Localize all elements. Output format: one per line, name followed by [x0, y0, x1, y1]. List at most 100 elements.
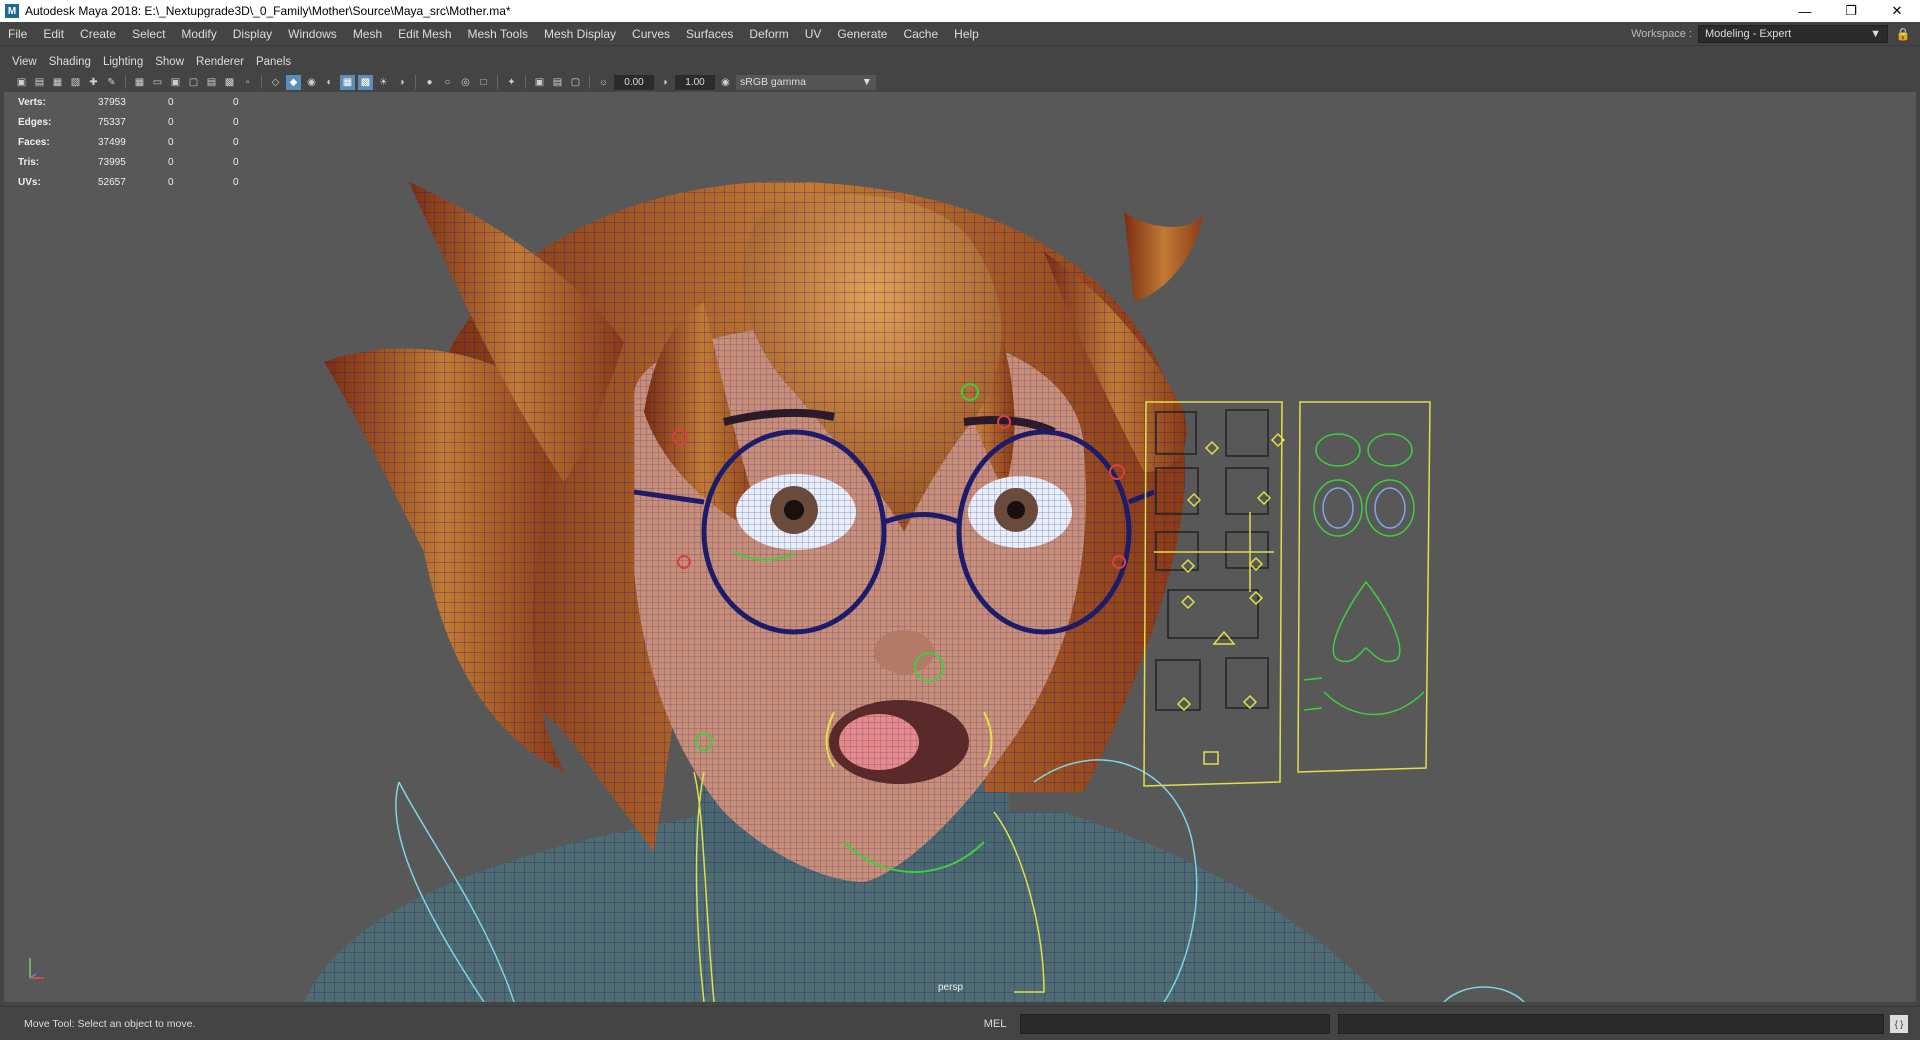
hud-value: 0 [168, 176, 174, 188]
safe-action-icon[interactable]: ▩ [222, 75, 237, 90]
menu-windows[interactable]: Windows [280, 27, 345, 41]
isolate-select-icon[interactable]: ✦ [504, 75, 519, 90]
menu-edit-mesh[interactable]: Edit Mesh [390, 27, 459, 41]
panel-menu-view[interactable]: View [6, 56, 43, 68]
panel-menu-lighting[interactable]: Lighting [97, 56, 149, 68]
maya-app-icon: M [5, 4, 19, 18]
restore-icon[interactable]: ❐ [1828, 0, 1874, 22]
use-lights-icon[interactable]: ☀ [376, 75, 391, 90]
hud-value: 0 [233, 136, 239, 148]
hud-value: 37499 [98, 136, 126, 148]
menu-surfaces[interactable]: Surfaces [678, 27, 741, 41]
wireframe-on-shaded-icon[interactable]: ▦ [340, 74, 355, 90]
hud-label: Faces: [18, 136, 50, 148]
camera-attributes-icon[interactable]: ▤ [32, 75, 47, 90]
gate-mask-icon[interactable]: ▢ [186, 75, 201, 90]
view-axis-icon [29, 958, 44, 979]
menu-mesh-display[interactable]: Mesh Display [536, 27, 624, 41]
camera-select-icon[interactable]: ▣ [14, 75, 29, 90]
menu-mesh-tools[interactable]: Mesh Tools [460, 27, 536, 41]
status-bar: Move Tool: Select an object to move. MEL… [0, 1006, 1920, 1040]
script-editor-icon[interactable]: { } [1890, 1014, 1908, 1033]
gamma-field[interactable]: 1.00 [675, 74, 715, 90]
gamma-icon[interactable]: ◑ [657, 75, 672, 90]
xray-icon[interactable]: ▩ [358, 74, 373, 90]
hud-value: 0 [168, 156, 174, 168]
menu-cache[interactable]: Cache [895, 27, 946, 41]
menu-file[interactable]: File [0, 27, 35, 41]
hud-value: 0 [168, 96, 174, 108]
hud-label: Tris: [18, 156, 40, 168]
depth-of-field-icon[interactable]: □ [476, 75, 491, 90]
field-chart-icon[interactable]: ▤ [204, 75, 219, 90]
two-d-pan-icon[interactable]: ✚ [86, 75, 101, 90]
motion-blur-icon[interactable]: ○ [440, 75, 455, 90]
menu-edit[interactable]: Edit [35, 27, 72, 41]
command-result-field [1338, 1013, 1884, 1034]
film-gate-icon[interactable]: ▭ [150, 75, 165, 90]
mouth [829, 700, 969, 784]
minimize-icon[interactable]: — [1782, 0, 1828, 22]
exposure-icon[interactable]: ☼ [596, 75, 611, 90]
textured-icon[interactable]: ◐ [322, 75, 337, 90]
shadows-icon[interactable]: ◑ [394, 75, 409, 90]
hud-value: 0 [233, 156, 239, 168]
xray-active-icon[interactable]: ▤ [550, 75, 565, 90]
image-plane-icon[interactable]: ▧ [68, 75, 83, 90]
safe-title-icon[interactable]: ▫ [240, 75, 255, 90]
grease-pencil-icon[interactable]: ✎ [104, 75, 119, 90]
workspace-dropdown[interactable]: Modeling - Expert ▼ [1698, 24, 1888, 43]
menu-curves[interactable]: Curves [624, 27, 678, 41]
window-title: Autodesk Maya 2018: E:\_Nextupgrade3D\_0… [25, 4, 511, 18]
nose [874, 630, 934, 674]
chevron-down-icon: ▼ [861, 76, 872, 88]
default-material-icon[interactable]: ◉ [304, 75, 319, 90]
menu-mesh[interactable]: Mesh [345, 27, 390, 41]
camera-name-label: persp [938, 982, 964, 993]
ambient-occlusion-icon[interactable]: ● [422, 75, 437, 90]
panel-menu-bar: View Shading Lighting Show Renderer Pane… [0, 52, 1920, 72]
hud-value: 75337 [98, 116, 126, 128]
hud-row-uvs: UVs: 52657 0 0 [18, 172, 273, 192]
menu-select[interactable]: Select [124, 27, 173, 41]
hud-value: 0 [233, 96, 239, 108]
color-management-icon[interactable]: ◉ [718, 75, 733, 90]
exposure-field[interactable]: 0.00 [614, 74, 654, 90]
menu-items: File Edit Create Select Modify Display W… [0, 27, 1631, 41]
menu-help[interactable]: Help [946, 27, 987, 41]
close-icon[interactable]: ✕ [1874, 0, 1920, 22]
menu-create[interactable]: Create [72, 27, 124, 41]
chevron-down-icon: ▼ [1870, 27, 1881, 40]
resolution-gate-icon[interactable]: ▣ [168, 75, 183, 90]
wireframe-icon[interactable]: ◇ [268, 75, 283, 90]
panel-menu-panels[interactable]: Panels [250, 56, 297, 68]
menu-generate[interactable]: Generate [829, 27, 895, 41]
menu-modify[interactable]: Modify [173, 27, 224, 41]
bookmark-icon[interactable]: ▦ [50, 75, 65, 90]
panel-menu-shading[interactable]: Shading [43, 56, 97, 68]
panel-menu-show[interactable]: Show [149, 56, 190, 68]
xray-joints-icon[interactable]: ▣ [532, 75, 547, 90]
command-input[interactable] [1020, 1013, 1330, 1034]
menu-display[interactable]: Display [225, 27, 280, 41]
hud-row-edges: Edges: 75337 0 0 [18, 112, 273, 132]
command-language-toggle[interactable]: MEL [970, 1018, 1020, 1030]
panel-menu-renderer[interactable]: Renderer [190, 56, 250, 68]
view-transform-dropdown[interactable]: sRGB gamma ▼ [736, 74, 876, 90]
backface-culling-icon[interactable]: ▢ [568, 75, 583, 90]
anti-aliasing-icon[interactable]: ◎ [458, 75, 473, 90]
hud-value: 0 [233, 116, 239, 128]
menu-uv[interactable]: UV [797, 27, 830, 41]
perspective-viewport[interactable]: Verts: 37953 0 0 Edges: 75337 0 0 Faces:… [4, 92, 1916, 1002]
main-menu-bar: File Edit Create Select Modify Display W… [0, 22, 1920, 46]
smooth-shade-icon[interactable]: ◆ [286, 74, 301, 90]
help-line: Move Tool: Select an object to move. [24, 1017, 196, 1030]
hud-value: 52657 [98, 176, 126, 188]
menu-deform[interactable]: Deform [741, 27, 796, 41]
hud-label: Verts: [18, 96, 46, 108]
grid-icon[interactable]: ▦ [132, 75, 147, 90]
scene-render [304, 181, 1525, 1002]
hud-row-verts: Verts: 37953 0 0 [18, 92, 273, 112]
hud-value: 37953 [98, 96, 126, 108]
lock-icon[interactable]: 🔒 [1894, 25, 1912, 43]
